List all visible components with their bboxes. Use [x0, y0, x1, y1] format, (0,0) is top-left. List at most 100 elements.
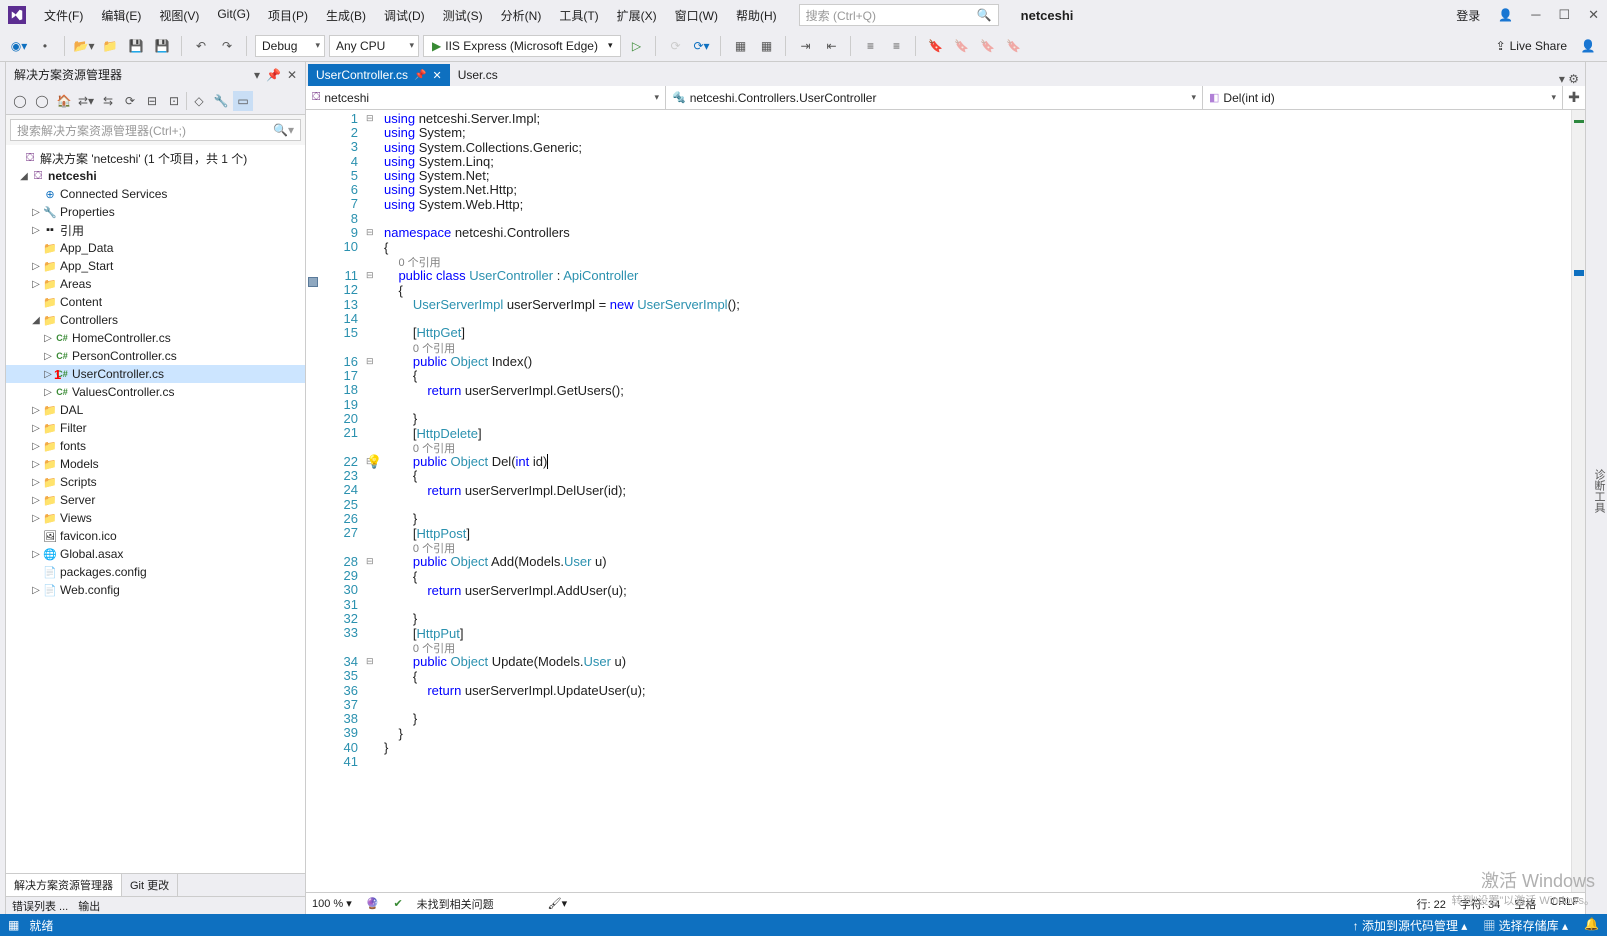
window-menu-icon[interactable]: ▾	[254, 68, 260, 82]
folder-appstart[interactable]: ▷📁App_Start	[6, 257, 305, 275]
editor-tab-usercontroller[interactable]: UserController.cs📌✕	[308, 64, 450, 86]
status-crlf[interactable]: CRLF	[1550, 896, 1579, 912]
save-button[interactable]: 💾	[125, 35, 147, 57]
overview-ruler[interactable]	[1571, 110, 1585, 892]
menu-extensions[interactable]: 扩展(X)	[609, 3, 665, 28]
folder-views[interactable]: ▷📁Views	[6, 509, 305, 527]
refresh-icon[interactable]: ⟳▾	[690, 35, 712, 57]
menu-git[interactable]: Git(G)	[209, 3, 258, 28]
menu-window[interactable]: 窗口(W)	[667, 3, 726, 28]
sol-sync-icon[interactable]: ⇆	[98, 91, 118, 111]
folder-models[interactable]: ▷📁Models	[6, 455, 305, 473]
sol-home-icon[interactable]: 🏠	[54, 91, 74, 111]
sol-wrench-icon[interactable]: 🔧	[211, 91, 231, 111]
config-dropdown[interactable]: Debug	[255, 35, 325, 57]
cleanup-icon[interactable]: 🖌▾	[548, 897, 568, 910]
solution-search[interactable]: 搜索解决方案资源管理器(Ctrl+;) 🔍▾	[10, 119, 301, 141]
undo-button[interactable]: ↶	[190, 35, 212, 57]
notifications-icon[interactable]: 🔔	[1584, 917, 1599, 934]
file-packages[interactable]: 📄packages.config	[6, 563, 305, 581]
db-icon[interactable]: ▦	[729, 35, 751, 57]
folder-appdata[interactable]: 📁App_Data	[6, 239, 305, 257]
sol-preview-icon[interactable]: ▭	[233, 91, 253, 111]
folder-controllers[interactable]: ◢📁Controllers	[6, 311, 305, 329]
sol-collapse-icon[interactable]: ⊟	[142, 91, 162, 111]
menu-tools[interactable]: 工具(T)	[551, 3, 606, 28]
nav-project-dropdown[interactable]: ⛋netceshi	[306, 86, 666, 109]
file-usercontroller[interactable]: 1▷C#UserController.cs	[6, 365, 305, 383]
menu-help[interactable]: 帮助(H)	[728, 3, 785, 28]
editor-tabs-menu-icon[interactable]: ▾ ⚙	[1553, 72, 1585, 86]
bookmark2-icon[interactable]: 🔖	[950, 35, 972, 57]
zoom-dropdown[interactable]: 100 % ▾	[312, 897, 352, 910]
comment-icon[interactable]: ≡	[859, 35, 881, 57]
run-button[interactable]: ▶IIS Express (Microsoft Edge)▾	[423, 35, 621, 57]
nav-class-dropdown[interactable]: 🔩netceshi.Controllers.UserController	[666, 86, 1203, 109]
uncomment-icon[interactable]: ≡	[885, 35, 907, 57]
feedback-icon[interactable]: 👤	[1577, 35, 1599, 57]
tab-git-changes[interactable]: Git 更改	[122, 874, 178, 896]
sol-nav-icon[interactable]: ◯	[32, 91, 52, 111]
folder-fonts[interactable]: ▷📁fonts	[6, 437, 305, 455]
references-node[interactable]: ▷▪▪引用	[6, 221, 305, 239]
nav-fwd-button[interactable]: •	[34, 35, 56, 57]
folder-content[interactable]: 📁Content	[6, 293, 305, 311]
solution-node[interactable]: ⛋解决方案 'netceshi' (1 个项目，共 1 个)	[6, 149, 305, 167]
status-line[interactable]: 行: 22	[1417, 896, 1446, 912]
open-button[interactable]: 📁	[99, 35, 121, 57]
file-favicon[interactable]: 🖼favicon.ico	[6, 527, 305, 545]
menu-build[interactable]: 生成(B)	[318, 3, 374, 28]
tab-error-list[interactable]: 错误列表 ...	[12, 898, 68, 914]
file-personcontroller[interactable]: ▷C#PersonController.cs	[6, 347, 305, 365]
sol-showall-icon[interactable]: ⊡	[164, 91, 184, 111]
nav-back-button[interactable]: ◉▾	[8, 35, 30, 57]
file-webconfig[interactable]: ▷📄Web.config	[6, 581, 305, 599]
file-homecontroller[interactable]: ▷C#HomeController.cs	[6, 329, 305, 347]
file-global[interactable]: ▷🌐Global.asax	[6, 545, 305, 563]
right-tool-strip[interactable]: 诊断工具	[1585, 62, 1607, 914]
menu-view[interactable]: 视图(V)	[151, 3, 207, 28]
health-icon[interactable]: 🔮	[366, 897, 380, 910]
menu-test[interactable]: 测试(S)	[435, 3, 491, 28]
source-control-button[interactable]: ↑ 添加到源代码管理 ▴	[1353, 917, 1468, 934]
project-node[interactable]: ◢⛋netceshi	[6, 167, 305, 185]
menu-file[interactable]: 文件(F)	[36, 3, 91, 28]
tab-solution-explorer[interactable]: 解决方案资源管理器	[6, 874, 122, 896]
bookmark4-icon[interactable]: 🔖	[1002, 35, 1024, 57]
nav-method-dropdown[interactable]: ◧Del(int id)	[1203, 86, 1563, 109]
step-icon[interactable]: ⇥	[794, 35, 816, 57]
properties-node[interactable]: ▷🔧Properties	[6, 203, 305, 221]
maximize-button[interactable]: ☐	[1558, 7, 1570, 23]
tab-pin-icon[interactable]: 📌	[414, 70, 426, 81]
editor-tab-user[interactable]: User.cs	[450, 64, 506, 86]
bookmark3-icon[interactable]: 🔖	[976, 35, 998, 57]
save-all-button[interactable]: 💾	[151, 35, 173, 57]
menu-project[interactable]: 项目(P)	[260, 3, 316, 28]
folder-dal[interactable]: ▷📁DAL	[6, 401, 305, 419]
menu-analyze[interactable]: 分析(N)	[493, 3, 550, 28]
redo-button[interactable]: ↷	[216, 35, 238, 57]
platform-dropdown[interactable]: Any CPU	[329, 35, 419, 57]
pin-icon[interactable]: 📌	[266, 68, 281, 82]
folder-server[interactable]: ▷📁Server	[6, 491, 305, 509]
folder-filter[interactable]: ▷📁Filter	[6, 419, 305, 437]
bookmark-icon[interactable]: 🔖	[924, 35, 946, 57]
new-item-button[interactable]: 📂▾	[73, 35, 95, 57]
panel-close-icon[interactable]: ✕	[287, 68, 297, 82]
live-share-button[interactable]: ⇪ Live Share	[1490, 39, 1573, 53]
tab-output[interactable]: 输出	[78, 898, 100, 914]
home-icon[interactable]: ◯	[10, 91, 30, 111]
menu-debug[interactable]: 调试(D)	[376, 3, 433, 28]
user-icon[interactable]: 👤	[1498, 8, 1513, 22]
browser-link-icon[interactable]: ⟳	[664, 35, 686, 57]
indent-icon[interactable]: ⇤	[820, 35, 842, 57]
folder-scripts[interactable]: ▷📁Scripts	[6, 473, 305, 491]
close-button[interactable]: ✕	[1588, 7, 1599, 23]
folder-areas[interactable]: ▷📁Areas	[6, 275, 305, 293]
nav-split-icon[interactable]: ✚	[1563, 86, 1585, 109]
sol-switch-icon[interactable]: ⇄▾	[76, 91, 96, 111]
sol-refresh-icon[interactable]: ⟳	[120, 91, 140, 111]
status-col[interactable]: 字符: 34	[1460, 896, 1500, 912]
tab-close-icon[interactable]: ✕	[432, 69, 441, 82]
login-link[interactable]: 登录	[1456, 7, 1480, 24]
